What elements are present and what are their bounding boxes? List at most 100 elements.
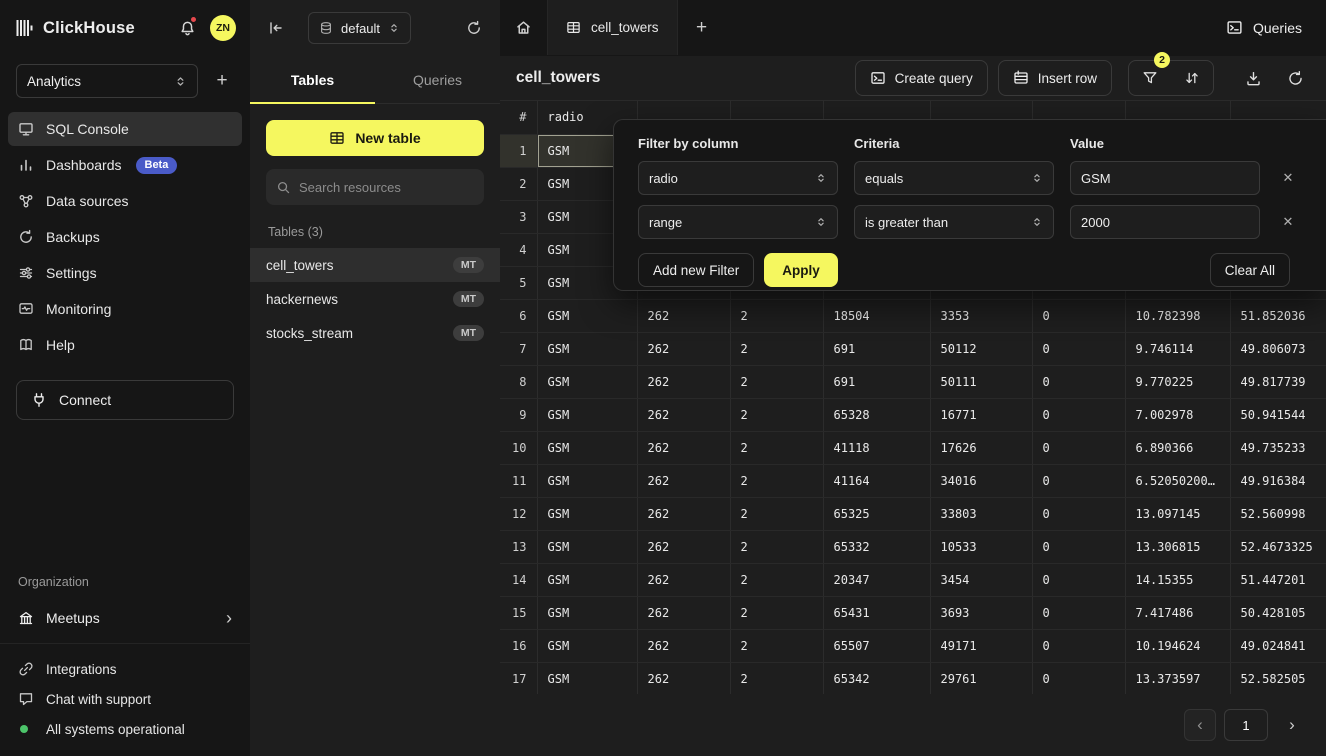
search-input[interactable] (299, 180, 474, 195)
table-cell[interactable]: 262 (637, 662, 730, 694)
new-table-button[interactable]: New table (266, 120, 484, 156)
footer-item-system-status[interactable]: All systems operational (0, 714, 250, 744)
table-cell[interactable]: 50.428105 (1230, 596, 1326, 629)
table-row[interactable]: 11GSM2622411643401606.52050200…49.916384 (500, 464, 1326, 497)
list-item-hackernews[interactable]: hackernews MT (250, 282, 500, 316)
table-cell[interactable]: 262 (637, 497, 730, 530)
table-cell[interactable]: 50112 (930, 332, 1032, 365)
table-cell[interactable]: 2 (730, 497, 823, 530)
table-cell[interactable]: 16771 (930, 398, 1032, 431)
table-cell[interactable]: 65332 (823, 530, 930, 563)
list-item-cell-towers[interactable]: cell_towers MT (250, 248, 500, 282)
table-cell[interactable]: 50111 (930, 365, 1032, 398)
table-cell[interactable]: 29761 (930, 662, 1032, 694)
table-cell[interactable]: 50.941544 (1230, 398, 1326, 431)
workspace-select[interactable]: Analytics (16, 64, 198, 98)
insert-row-button[interactable]: Insert row (998, 60, 1112, 96)
row-number-cell[interactable]: 14 (500, 563, 537, 596)
tab-tables[interactable]: Tables (250, 56, 375, 103)
table-cell[interactable]: 2 (730, 431, 823, 464)
table-cell[interactable]: 6.52050200… (1125, 464, 1230, 497)
table-cell[interactable]: 33803 (930, 497, 1032, 530)
table-cell[interactable]: 2 (730, 299, 823, 332)
queries-button[interactable]: Queries (1202, 0, 1326, 55)
table-cell[interactable]: 691 (823, 365, 930, 398)
table-cell[interactable]: GSM (537, 662, 637, 694)
table-row[interactable]: 10GSM2622411181762606.89036649.735233 (500, 431, 1326, 464)
footer-item-integrations[interactable]: Integrations (0, 654, 250, 684)
next-page-button[interactable]: › (1276, 709, 1308, 741)
table-cell[interactable]: 2 (730, 563, 823, 596)
table-cell[interactable]: 7.002978 (1125, 398, 1230, 431)
table-cell[interactable]: 0 (1032, 332, 1125, 365)
table-cell[interactable]: 10.194624 (1125, 629, 1230, 662)
row-number-cell[interactable]: 13 (500, 530, 537, 563)
clear-all-filters-button[interactable]: Clear All (1210, 253, 1290, 287)
sidebar-item-backups[interactable]: Backups (8, 220, 242, 254)
table-cell[interactable]: 49.817739 (1230, 365, 1326, 398)
table-cell[interactable]: 262 (637, 629, 730, 662)
row-number-cell[interactable]: 11 (500, 464, 537, 497)
table-cell[interactable]: 51.447201 (1230, 563, 1326, 596)
row-number-cell[interactable]: 2 (500, 167, 537, 200)
notifications-button[interactable] (173, 14, 201, 42)
table-cell[interactable]: 10533 (930, 530, 1032, 563)
table-cell[interactable]: 52.582505 (1230, 662, 1326, 694)
table-cell[interactable]: 10.782398 (1125, 299, 1230, 332)
current-page[interactable]: 1 (1224, 709, 1268, 741)
table-cell[interactable]: 0 (1032, 662, 1125, 694)
row-number-cell[interactable]: 5 (500, 266, 537, 299)
filter-value-input[interactable] (1070, 205, 1260, 239)
table-row[interactable]: 13GSM26226533210533013.30681552.4673325 (500, 530, 1326, 563)
table-cell[interactable]: 262 (637, 563, 730, 596)
filter-criteria-select[interactable]: is greater than (854, 205, 1054, 239)
table-cell[interactable]: 7.417486 (1125, 596, 1230, 629)
table-cell[interactable]: 3693 (930, 596, 1032, 629)
sidebar-item-settings[interactable]: Settings (8, 256, 242, 290)
apply-filters-button[interactable]: Apply (764, 253, 838, 287)
table-cell[interactable]: 2 (730, 530, 823, 563)
table-cell[interactable]: 2 (730, 365, 823, 398)
row-number-cell[interactable]: 7 (500, 332, 537, 365)
table-cell[interactable]: 20347 (823, 563, 930, 596)
filter-criteria-select[interactable]: equals (854, 161, 1054, 195)
refresh-grid-button[interactable] (1278, 61, 1312, 95)
table-cell[interactable]: GSM (537, 563, 637, 596)
table-row[interactable]: 15GSM262265431369307.41748650.428105 (500, 596, 1326, 629)
table-cell[interactable]: 262 (637, 596, 730, 629)
table-cell[interactable]: 13.373597 (1125, 662, 1230, 694)
table-cell[interactable]: 65328 (823, 398, 930, 431)
table-cell[interactable]: GSM (537, 596, 637, 629)
table-cell[interactable]: GSM (537, 332, 637, 365)
table-cell[interactable]: 262 (637, 431, 730, 464)
add-workspace-button[interactable]: + (208, 67, 236, 95)
table-cell[interactable]: 0 (1032, 596, 1125, 629)
filter-column-select[interactable]: radio (638, 161, 838, 195)
table-cell[interactable]: GSM (537, 497, 637, 530)
table-cell[interactable]: 262 (637, 398, 730, 431)
table-cell[interactable]: 6.890366 (1125, 431, 1230, 464)
table-cell[interactable]: 49.735233 (1230, 431, 1326, 464)
table-cell[interactable]: 262 (637, 464, 730, 497)
filter-value-input[interactable] (1070, 161, 1260, 195)
row-number-cell[interactable]: 9 (500, 398, 537, 431)
row-number-cell[interactable]: 6 (500, 299, 537, 332)
prev-page-button[interactable]: ‹ (1184, 709, 1216, 741)
row-number-cell[interactable]: 8 (500, 365, 537, 398)
table-cell[interactable]: 0 (1032, 497, 1125, 530)
row-number-cell[interactable]: 10 (500, 431, 537, 464)
table-cell[interactable]: 52.560998 (1230, 497, 1326, 530)
table-row[interactable]: 7GSM26226915011209.74611449.806073 (500, 332, 1326, 365)
remove-filter-button[interactable]: ✕ (1276, 210, 1300, 234)
table-row[interactable]: 12GSM26226532533803013.09714552.560998 (500, 497, 1326, 530)
remove-filter-button[interactable]: ✕ (1276, 166, 1300, 190)
table-cell[interactable]: 0 (1032, 299, 1125, 332)
table-cell[interactable]: 262 (637, 530, 730, 563)
tab-queries[interactable]: Queries (375, 56, 500, 103)
table-cell[interactable]: 0 (1032, 464, 1125, 497)
column-header[interactable]: # (500, 101, 537, 134)
table-cell[interactable]: 0 (1032, 365, 1125, 398)
refresh-tables-button[interactable] (460, 14, 488, 42)
table-row[interactable]: 6GSM2622185043353010.78239851.852036 (500, 299, 1326, 332)
table-cell[interactable]: 262 (637, 365, 730, 398)
